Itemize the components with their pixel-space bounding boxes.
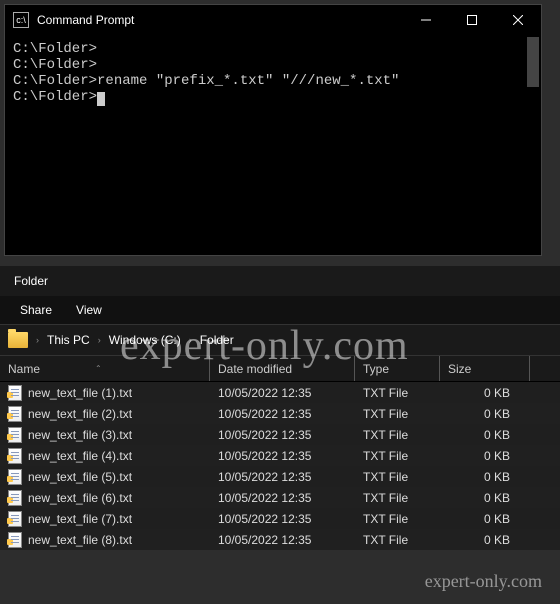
breadcrumb-item[interactable]: Folder — [196, 333, 238, 347]
table-row[interactable]: new_text_file (3).txt 10/05/2022 12:35TXT… — [0, 424, 560, 445]
ribbon: Share View — [0, 296, 560, 324]
breadcrumb-item[interactable]: Windows (C:) — [105, 333, 185, 347]
console-body[interactable]: C:\Folder> C:\Folder> C:\Folder>rename "… — [5, 35, 541, 255]
file-date: 10/05/2022 12:35 — [210, 428, 355, 442]
console-title: Command Prompt — [37, 13, 403, 27]
console-titlebar[interactable]: c:\ Command Prompt — [5, 5, 541, 35]
file-name: new_text_file (4).txt — [28, 449, 132, 463]
file-name: new_text_file (1).txt — [28, 386, 132, 400]
file-icon — [8, 427, 22, 443]
file-size: 0 KB — [440, 449, 530, 463]
maximize-button[interactable] — [449, 5, 495, 35]
table-row[interactable]: new_text_file (4).txt 10/05/2022 12:35TXT… — [0, 445, 560, 466]
file-type: TXT File — [355, 386, 440, 400]
close-button[interactable] — [495, 5, 541, 35]
addressbar[interactable]: › This PC › Windows (C:) › Folder — [0, 324, 560, 356]
file-size: 0 KB — [440, 470, 530, 484]
table-row[interactable]: new_text_file (5).txt 10/05/2022 12:35TXT… — [0, 466, 560, 487]
file-name: new_text_file (2).txt — [28, 407, 132, 421]
minimize-button[interactable] — [403, 5, 449, 35]
file-icon — [8, 406, 22, 422]
column-size[interactable]: Size — [440, 356, 530, 381]
file-icon — [8, 532, 22, 548]
file-type: TXT File — [355, 470, 440, 484]
file-icon — [8, 490, 22, 506]
file-size: 0 KB — [440, 407, 530, 421]
file-type: TXT File — [355, 533, 440, 547]
file-type: TXT File — [355, 512, 440, 526]
file-date: 10/05/2022 12:35 — [210, 386, 355, 400]
file-type: TXT File — [355, 491, 440, 505]
column-type[interactable]: Type — [355, 356, 440, 381]
column-date[interactable]: Date modified — [210, 356, 355, 381]
file-date: 10/05/2022 12:35 — [210, 407, 355, 421]
file-date: 10/05/2022 12:35 — [210, 491, 355, 505]
tab-view[interactable]: View — [76, 303, 102, 317]
file-size: 0 KB — [440, 533, 530, 547]
table-row[interactable]: new_text_file (7).txt 10/05/2022 12:35TXT… — [0, 508, 560, 529]
file-type: TXT File — [355, 449, 440, 463]
table-row[interactable]: new_text_file (6).txt 10/05/2022 12:35TXT… — [0, 487, 560, 508]
file-size: 0 KB — [440, 512, 530, 526]
console-line: C:\Folder> — [13, 41, 533, 57]
folder-icon — [8, 332, 28, 348]
file-explorer-window: Folder Share View › This PC › Windows (C… — [0, 266, 560, 550]
file-icon — [8, 448, 22, 464]
file-date: 10/05/2022 12:35 — [210, 533, 355, 547]
chevron-right-icon[interactable]: › — [96, 335, 103, 345]
file-size: 0 KB — [440, 428, 530, 442]
file-name: new_text_file (6).txt — [28, 491, 132, 505]
file-icon — [8, 469, 22, 485]
file-date: 10/05/2022 12:35 — [210, 449, 355, 463]
table-row[interactable]: new_text_file (1).txt 10/05/2022 12:35TXT… — [0, 382, 560, 403]
file-name: new_text_file (3).txt — [28, 428, 132, 442]
command-prompt-window: c:\ Command Prompt C:\Folder> C:\Folder>… — [4, 4, 542, 256]
console-prompt: C:\Folder> — [13, 89, 533, 105]
cmd-icon: c:\ — [13, 12, 29, 28]
tab-share[interactable]: Share — [20, 303, 52, 317]
watermark: expert-only.com — [425, 571, 542, 592]
file-size: 0 KB — [440, 386, 530, 400]
chevron-right-icon[interactable]: › — [34, 335, 41, 345]
file-name: new_text_file (5).txt — [28, 470, 132, 484]
file-type: TXT File — [355, 428, 440, 442]
chevron-right-icon[interactable]: › — [187, 335, 194, 345]
cursor — [97, 92, 105, 106]
file-icon — [8, 385, 22, 401]
file-icon — [8, 511, 22, 527]
file-name: new_text_file (7).txt — [28, 512, 132, 526]
explorer-title: Folder — [0, 266, 560, 296]
file-name: new_text_file (8).txt — [28, 533, 132, 547]
column-headers: Name⌃ Date modified Type Size — [0, 356, 560, 382]
sort-indicator-icon: ⌃ — [95, 364, 102, 373]
breadcrumb-item[interactable]: This PC — [43, 333, 94, 347]
file-list: new_text_file (1).txt10/05/2022 12:35TXT… — [0, 382, 560, 550]
column-name[interactable]: Name⌃ — [0, 356, 210, 381]
scrollbar-thumb[interactable] — [527, 37, 539, 87]
table-row[interactable]: new_text_file (8).txt 10/05/2022 12:35TXT… — [0, 529, 560, 550]
console-line: C:\Folder>rename "prefix_*.txt" "///new_… — [13, 73, 533, 89]
table-row[interactable]: new_text_file (2).txt 10/05/2022 12:35TXT… — [0, 403, 560, 424]
file-date: 10/05/2022 12:35 — [210, 470, 355, 484]
file-type: TXT File — [355, 407, 440, 421]
file-date: 10/05/2022 12:35 — [210, 512, 355, 526]
file-size: 0 KB — [440, 491, 530, 505]
console-line: C:\Folder> — [13, 57, 533, 73]
